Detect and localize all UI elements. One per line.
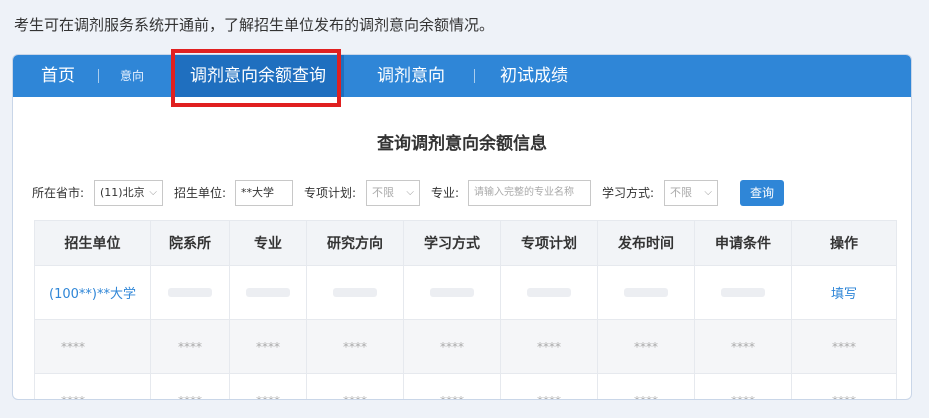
masked-cell: ****: [229, 319, 307, 374]
blurred-cell: [597, 265, 695, 320]
nav-divider: [98, 69, 99, 83]
masked-cell: ****: [229, 373, 307, 399]
province-value: (11)北京: [100, 186, 145, 199]
intro-text: 考生可在调剂服务系统开通前，了解招生单位发布的调剂意向余额情况。: [14, 16, 495, 34]
masked-cell: ****: [306, 373, 404, 399]
blurred-cell: [500, 265, 598, 320]
nav-home[interactable]: 首页: [41, 55, 75, 97]
nav-balance-query[interactable]: 调剂意向余额查询: [172, 55, 344, 97]
nav-divider: [474, 69, 475, 83]
masked-cell: ****: [500, 319, 598, 374]
table-row: **** **** **** **** **** **** **** **** …: [34, 319, 897, 374]
unit-label: 招生单位:: [174, 186, 227, 200]
top-nav: 首页 意向 调剂意向余额查询 调剂意向 初试成绩: [13, 55, 911, 97]
masked-cell: ****: [694, 319, 792, 374]
major-label: 专业:: [431, 186, 460, 200]
masked-cell: ****: [403, 373, 501, 399]
unit-input[interactable]: **大学: [235, 180, 293, 206]
table-header-row: 招生单位 院系所 专业 研究方向 学习方式 专项计划 发布时间 申请条件 操作: [34, 220, 897, 266]
query-panel: 首页 意向 调剂意向余额查询 调剂意向 初试成绩 查询调剂意向余额信息 所在省市…: [12, 54, 912, 400]
fill-link[interactable]: 填写: [791, 265, 897, 320]
masked-cell: ****: [403, 319, 501, 374]
masked-cell: ****: [500, 373, 598, 399]
masked-cell: ****: [150, 319, 230, 374]
masked-cell: ****: [791, 319, 897, 374]
table-row: **** **** **** **** **** **** **** **** …: [34, 373, 897, 399]
special-plan-value: 不限: [372, 186, 394, 199]
blurred-cell: [306, 265, 404, 320]
col-published: 发布时间: [597, 220, 695, 266]
province-label: 所在省市:: [32, 186, 85, 200]
special-plan-label: 专项计划:: [304, 186, 357, 200]
col-unit: 招生单位: [34, 220, 151, 266]
query-button[interactable]: 查询: [740, 180, 784, 206]
masked-cell: ****: [597, 373, 695, 399]
study-mode-label: 学习方式:: [602, 186, 655, 200]
chevron-down-icon: ⌵: [406, 187, 414, 198]
col-dept: 院系所: [150, 220, 230, 266]
nav-prelim-score[interactable]: 初试成绩: [500, 55, 568, 97]
nav-intent[interactable]: 调剂意向: [377, 55, 445, 97]
masked-cell: ****: [34, 373, 151, 399]
province-select[interactable]: (11)北京 ⌵: [94, 180, 163, 206]
result-table: 招生单位 院系所 专业 研究方向 学习方式 专项计划 发布时间 申请条件 操作 …: [34, 220, 897, 399]
blurred-cell: [694, 265, 792, 320]
blurred-cell: [150, 265, 230, 320]
study-mode-value: 不限: [670, 186, 692, 199]
unit-link[interactable]: (100**)**大学: [34, 265, 151, 320]
page-title: 查询调剂意向余额信息: [377, 134, 547, 154]
col-major: 专业: [229, 220, 307, 266]
col-action: 操作: [791, 220, 897, 266]
masked-cell: ****: [306, 319, 404, 374]
nav-intent-small[interactable]: 意向: [120, 55, 144, 97]
col-special: 专项计划: [500, 220, 598, 266]
special-plan-select[interactable]: 不限 ⌵: [366, 180, 420, 206]
masked-cell: ****: [694, 373, 792, 399]
masked-cell: ****: [597, 319, 695, 374]
table-row: (100**)**大学 填写: [34, 265, 897, 320]
blurred-cell: [403, 265, 501, 320]
chevron-down-icon: ⌵: [704, 187, 712, 198]
masked-cell: ****: [791, 373, 897, 399]
col-direction: 研究方向: [306, 220, 404, 266]
col-conditions: 申请条件: [694, 220, 792, 266]
chevron-down-icon: ⌵: [149, 187, 157, 198]
blurred-cell: [229, 265, 307, 320]
major-input[interactable]: 请输入完整的专业名称: [468, 180, 591, 206]
masked-cell: ****: [34, 319, 151, 374]
filter-bar: 所在省市: (11)北京 ⌵ 招生单位: **大学 专项计划: 不限 ⌵ 专业:…: [13, 180, 911, 206]
col-mode: 学习方式: [403, 220, 501, 266]
masked-cell: ****: [150, 373, 230, 399]
study-mode-select[interactable]: 不限 ⌵: [664, 180, 718, 206]
